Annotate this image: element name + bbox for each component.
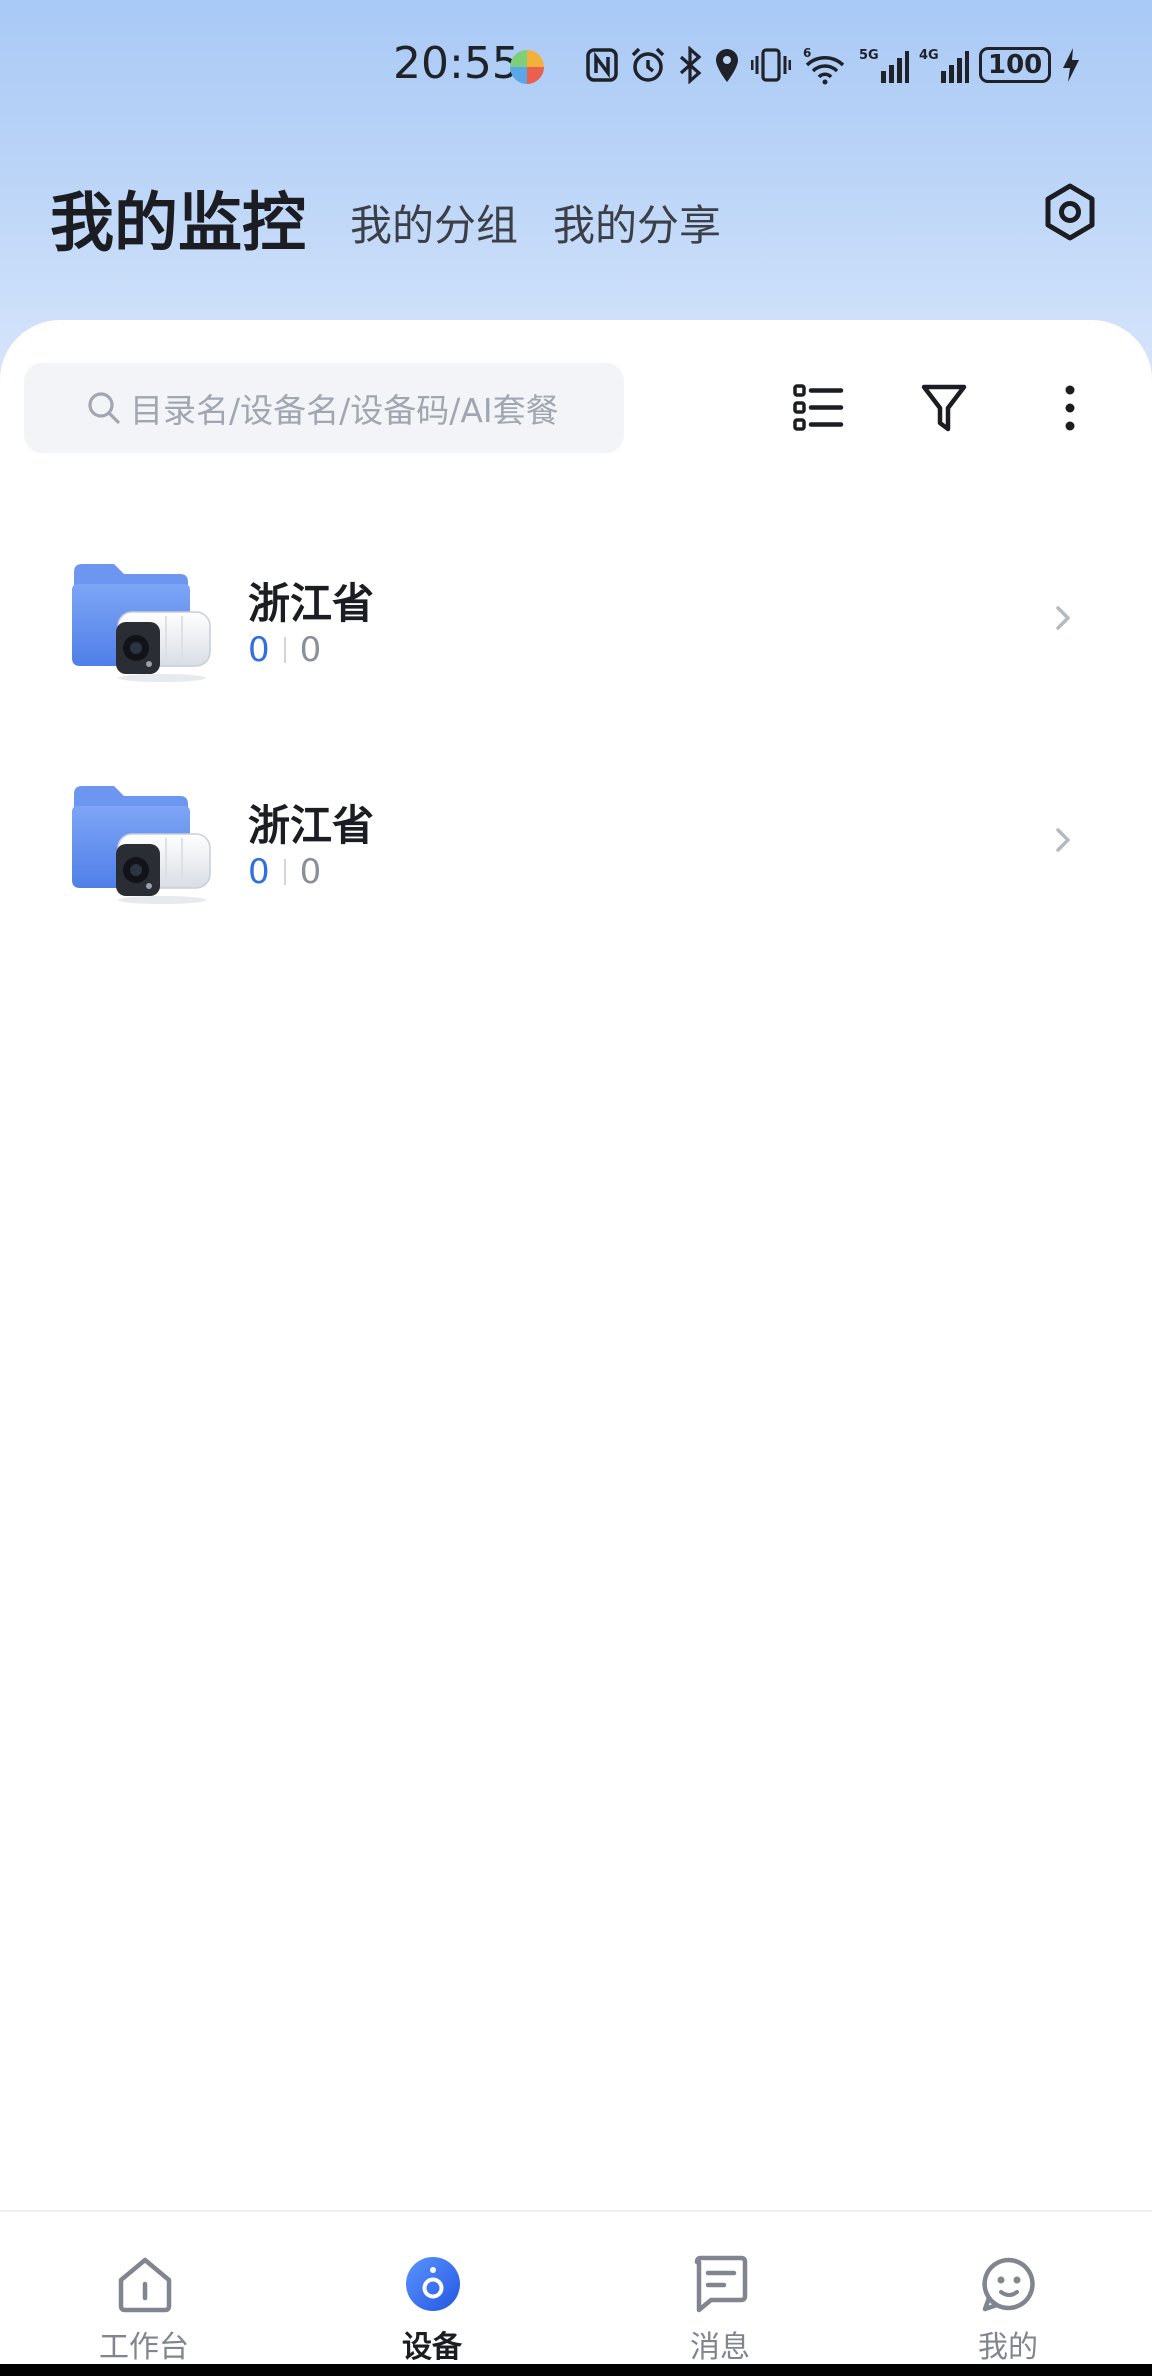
sim2-label: 4G [919,48,939,63]
tab-my-groups[interactable]: 我的分组 [350,192,518,253]
list-view-button[interactable] [788,378,848,438]
colorful-app-icon [510,50,544,84]
location-icon [716,49,738,82]
folder-list-item[interactable]: 浙江省 0 0 [0,742,1152,942]
settings-icon[interactable] [1040,182,1100,242]
bluetooth-icon [679,46,702,84]
wifi-badge: 6 [803,46,811,60]
chevron-right-icon [1056,828,1070,852]
nav-label: 工作台 [99,2330,189,2365]
bottom-nav: 工作台 设备 消息 我的 [0,2210,1152,2376]
folder-camera-icon [72,786,211,904]
list-view-icon [793,384,844,431]
more-vertical-icon [1065,385,1075,431]
nav-item-messages[interactable]: 消息 [576,2212,864,2365]
status-bar: 20:55 6 5G 4G 100 [0,0,1152,135]
nfc-icon [586,48,618,82]
signal-5g-icon: 5G [859,48,909,83]
tab-my-shares[interactable]: 我的分享 [553,192,721,253]
status-icons: 6 5G 4G 100 [585,40,1081,90]
alarm-icon [631,47,665,82]
online-count: 0 [248,630,270,670]
total-count: 0 [299,852,322,892]
vibrate-icon [751,48,791,82]
page-title[interactable]: 我的监控 [50,172,306,264]
nav-item-profile[interactable]: 我的 [864,2212,1152,2365]
count-divider [283,637,286,663]
count-divider [283,859,286,885]
folder-camera-icon [72,564,211,682]
folder-name: 浙江省 [248,579,375,628]
total-count: 0 [299,630,322,670]
folder-device-counts: 0 0 [248,630,321,670]
signal-4g-icon: 4G [919,48,969,83]
nav-label: 设备 [402,2330,462,2365]
chevron-right-icon [1056,606,1070,630]
home-icon [118,2257,172,2313]
battery-indicator: 100 [979,47,1052,83]
sim1-label: 5G [859,48,879,63]
search-input[interactable]: 目录名/设备名/设备码/AI套餐 [24,363,624,453]
screen: 20:55 6 5G 4G 100 我的监控 我的分组 我的分享 目录名/设备名… [0,0,1152,2376]
search-icon [88,392,120,424]
nav-item-devices[interactable]: 设备 [288,2212,576,2365]
filter-icon [921,384,967,432]
home-indicator-bar [0,2364,1152,2376]
filter-button[interactable] [914,378,974,438]
more-button[interactable] [1040,378,1100,438]
online-count: 0 [248,852,270,892]
nav-item-workbench[interactable]: 工作台 [0,2212,288,2365]
folder-list-item[interactable]: 浙江省 0 0 [0,520,1152,720]
nav-label: 我的 [978,2330,1038,2365]
folder-name: 浙江省 [248,801,375,850]
bolt-icon [1063,48,1080,82]
search-placeholder: 目录名/设备名/设备码/AI套餐 [130,391,559,430]
nav-label: 消息 [690,2330,750,2365]
device-icon [406,2257,460,2311]
profile-icon [982,2257,1035,2312]
status-time: 20:55 [393,38,520,89]
wifi-icon: 6 [803,46,845,85]
message-icon [694,2255,748,2313]
folder-device-counts: 0 0 [248,852,321,892]
